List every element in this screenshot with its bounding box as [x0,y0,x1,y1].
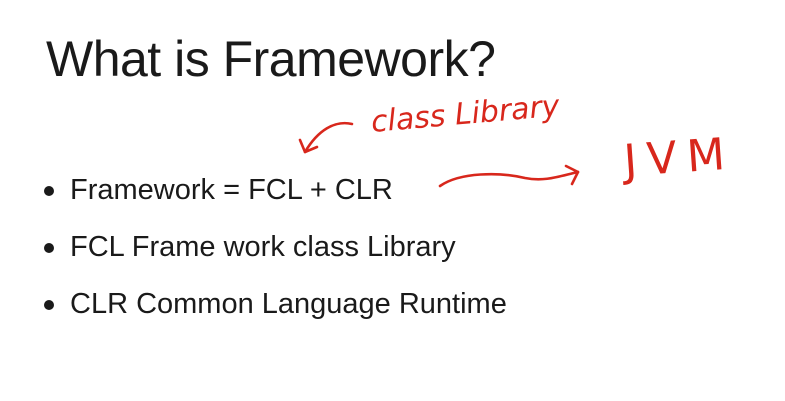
bullet-list: Framework = FCL + CLR FCL Frame work cla… [44,162,507,333]
bullet-dot-icon [44,242,54,253]
bullet-item: CLR Common Language Runtime [44,276,507,333]
slide-title: What is Framework? [46,31,496,87]
slide: What is Framework? Framework = FCL + CLR… [0,0,785,401]
bullet-text: CLR Common Language Runtime [70,288,507,320]
bullet-text: FCL Frame work class Library [70,231,456,263]
arrow-to-jvm-head-icon [564,164,580,186]
bullet-text: Framework = FCL + CLR [70,174,393,206]
bullet-item: FCL Frame work class Library [44,219,507,276]
bullet-dot-icon [44,299,54,310]
pointer-arrowhead-icon [298,138,319,154]
bullet-dot-icon [44,185,54,196]
class-library-note: class Library [370,89,562,140]
bullet-item: Framework = FCL + CLR [44,162,507,219]
pointer-curve-icon [303,121,354,154]
jvm-note: JVM [619,128,736,187]
